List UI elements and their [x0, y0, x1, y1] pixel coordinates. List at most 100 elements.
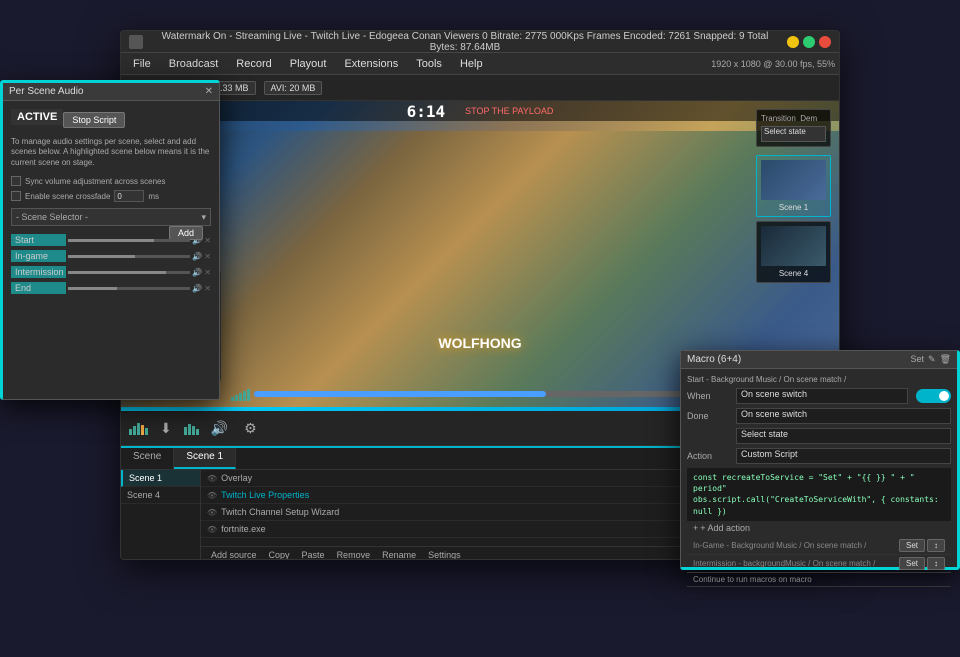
toolbar: FPS: 29 VBM: 4.33 MB AVI: 20 MB: [121, 75, 839, 101]
scene-preview-1: [761, 160, 826, 200]
macro-breadcrumb: Start - Background Music / On scene matc…: [687, 375, 951, 384]
macro-bottom-sections: In-Game - Background Music / On scene ma…: [687, 537, 951, 587]
macro-bottom-item-1: Intermission - backgroundMusic / On scen…: [687, 555, 951, 573]
vol-bar-4: [243, 391, 246, 401]
psa-crossfade-row: Enable scene crossfade ms: [11, 190, 211, 202]
remove-button[interactable]: Remove: [333, 549, 375, 560]
scene-item-2[interactable]: Scene 4: [121, 487, 200, 504]
transition-select[interactable]: Select state: [761, 126, 826, 142]
vol-bar-2: [235, 395, 238, 401]
minimize-button[interactable]: [787, 36, 799, 48]
b-bar-2: [188, 424, 191, 435]
macro-state-row: Select state: [687, 428, 951, 444]
progress-fill: [254, 391, 546, 397]
macro-action-value: Custom Script: [741, 449, 798, 459]
macro-action-field[interactable]: Custom Script: [736, 448, 951, 464]
maximize-button[interactable]: [803, 36, 815, 48]
rename-button[interactable]: Rename: [378, 549, 420, 560]
plus-icon: +: [693, 523, 698, 533]
macro-state-select[interactable]: Select state: [736, 428, 951, 444]
psa-sync-checkbox[interactable]: [11, 176, 21, 186]
macro-action-delete[interactable]: 🗑: [940, 354, 951, 365]
transition-area: Transition Dem Select state: [756, 109, 831, 147]
macro-toggle[interactable]: [916, 389, 951, 403]
macro-bottom-item-0: In-Game - Background Music / On scene ma…: [687, 537, 951, 555]
game-hud-top: 6:14 STOP THE PAYLOAD: [121, 101, 839, 121]
macro-title-bar: Macro (6+4) Set ✎ 🗑: [681, 351, 957, 369]
main-title-bar: Watermark On - Streaming Live - Twitch L…: [121, 31, 839, 53]
macro-state-placeholder: Select state: [741, 429, 788, 439]
macro-set-btn-1[interactable]: Set: [899, 557, 925, 570]
psa-crossfade-label: Enable scene crossfade: [25, 192, 110, 201]
psa-scene-slider-2[interactable]: [68, 271, 190, 274]
mute-icon-3[interactable]: ✕: [204, 284, 211, 293]
tab-scene-1[interactable]: Scene 1: [174, 448, 236, 469]
macro-event-row: Done On scene switch: [687, 408, 951, 424]
menu-extensions[interactable]: Extensions: [336, 56, 406, 72]
macro-when-row: When On scene switch: [687, 388, 951, 404]
close-button[interactable]: [819, 36, 831, 48]
player-name: WOLFHONG: [438, 335, 521, 351]
macro-action-label: Action: [687, 451, 732, 461]
macro-toggle-btn-1[interactable]: ↕: [927, 557, 945, 570]
eye-icon-1: 👁: [207, 491, 217, 500]
scene-card-2[interactable]: Scene 4: [756, 221, 831, 283]
psa-scene-selector-row: - Scene Selector - ▾ Add: [11, 208, 211, 226]
download-icon[interactable]: ⬇: [156, 418, 176, 439]
speaker-icon[interactable]: 🔊: [207, 418, 232, 439]
scene-card-1[interactable]: Scene 1: [756, 155, 831, 217]
source-name-0: Overlay: [221, 473, 252, 483]
a-bar-1: [129, 429, 132, 435]
psa-scene-slider-0[interactable]: [68, 239, 190, 242]
menu-help[interactable]: Help: [452, 56, 491, 72]
menu-playout[interactable]: Playout: [282, 56, 335, 72]
psa-scene-name-3: End: [11, 282, 66, 294]
paste-button[interactable]: Paste: [298, 549, 329, 560]
psa-close-button[interactable]: ✕: [205, 86, 213, 97]
a-bar-2: [133, 426, 136, 435]
main-progress-bar: [254, 391, 741, 397]
menu-file[interactable]: File: [125, 56, 159, 72]
macro-action-set[interactable]: Set: [911, 354, 925, 365]
psa-scene-slider-3[interactable]: [68, 287, 190, 290]
macro-event-field[interactable]: On scene switch: [736, 408, 951, 424]
psa-sync-label: Sync volume adjustment across scenes: [25, 177, 166, 186]
psa-scene-row-3: End 🔊 ✕: [11, 282, 211, 294]
macro-toggle-btn-0[interactable]: ↕: [927, 539, 945, 552]
mute-icon-0[interactable]: ✕: [204, 236, 211, 245]
macro-add-action-button[interactable]: + + Add action: [687, 521, 951, 535]
tab-scene[interactable]: Scene: [121, 448, 174, 469]
scenes-list: Scene 1 Scene 4: [121, 470, 201, 560]
macro-code-area[interactable]: const recreateToService = "Set" + "{{ }}…: [687, 468, 951, 521]
transition-label: Transition Dem: [761, 114, 826, 123]
avi-display: AVI: 20 MB: [264, 81, 323, 95]
psa-ms-input[interactable]: [114, 190, 144, 202]
psa-stop-button[interactable]: Stop Script: [63, 112, 125, 128]
scene-item-1[interactable]: Scene 1: [121, 470, 200, 487]
b-bar-3: [192, 426, 195, 435]
add-source-button[interactable]: Add source: [207, 549, 261, 560]
breadcrumb-mid: / On scene match /: [779, 375, 846, 384]
psa-scene-selector[interactable]: - Scene Selector - ▾: [11, 208, 211, 226]
code-line-2: obs.script.call("CreateToServiceWith", {…: [693, 494, 945, 516]
psa-scene-name-0: Start: [11, 234, 66, 246]
macro-action-edit[interactable]: ✎: [928, 354, 936, 365]
menu-record[interactable]: Record: [228, 56, 279, 72]
psa-scene-slider-1[interactable]: [68, 255, 190, 258]
macro-set-btn-0[interactable]: Set: [899, 539, 925, 552]
settings-icon[interactable]: ⚙: [240, 418, 261, 439]
transition-label-text: Transition: [761, 114, 796, 123]
macro-when-field[interactable]: On scene switch: [736, 388, 908, 404]
mute-icon-2[interactable]: ✕: [204, 268, 211, 277]
source-name-3: fortnite.exe: [221, 524, 266, 534]
vol-bar-1: [231, 397, 234, 401]
mute-icon-1[interactable]: ✕: [204, 252, 211, 261]
eye-icon-0: 👁: [207, 474, 217, 483]
menu-broadcast[interactable]: Broadcast: [161, 56, 227, 72]
menu-tools[interactable]: Tools: [408, 56, 450, 72]
settings-source-button[interactable]: Settings: [424, 549, 465, 560]
copy-button[interactable]: Copy: [265, 549, 294, 560]
macro-content: Start - Background Music / On scene matc…: [681, 369, 957, 593]
psa-crossfade-checkbox[interactable]: [11, 191, 21, 201]
macro-when-label: When: [687, 391, 732, 401]
